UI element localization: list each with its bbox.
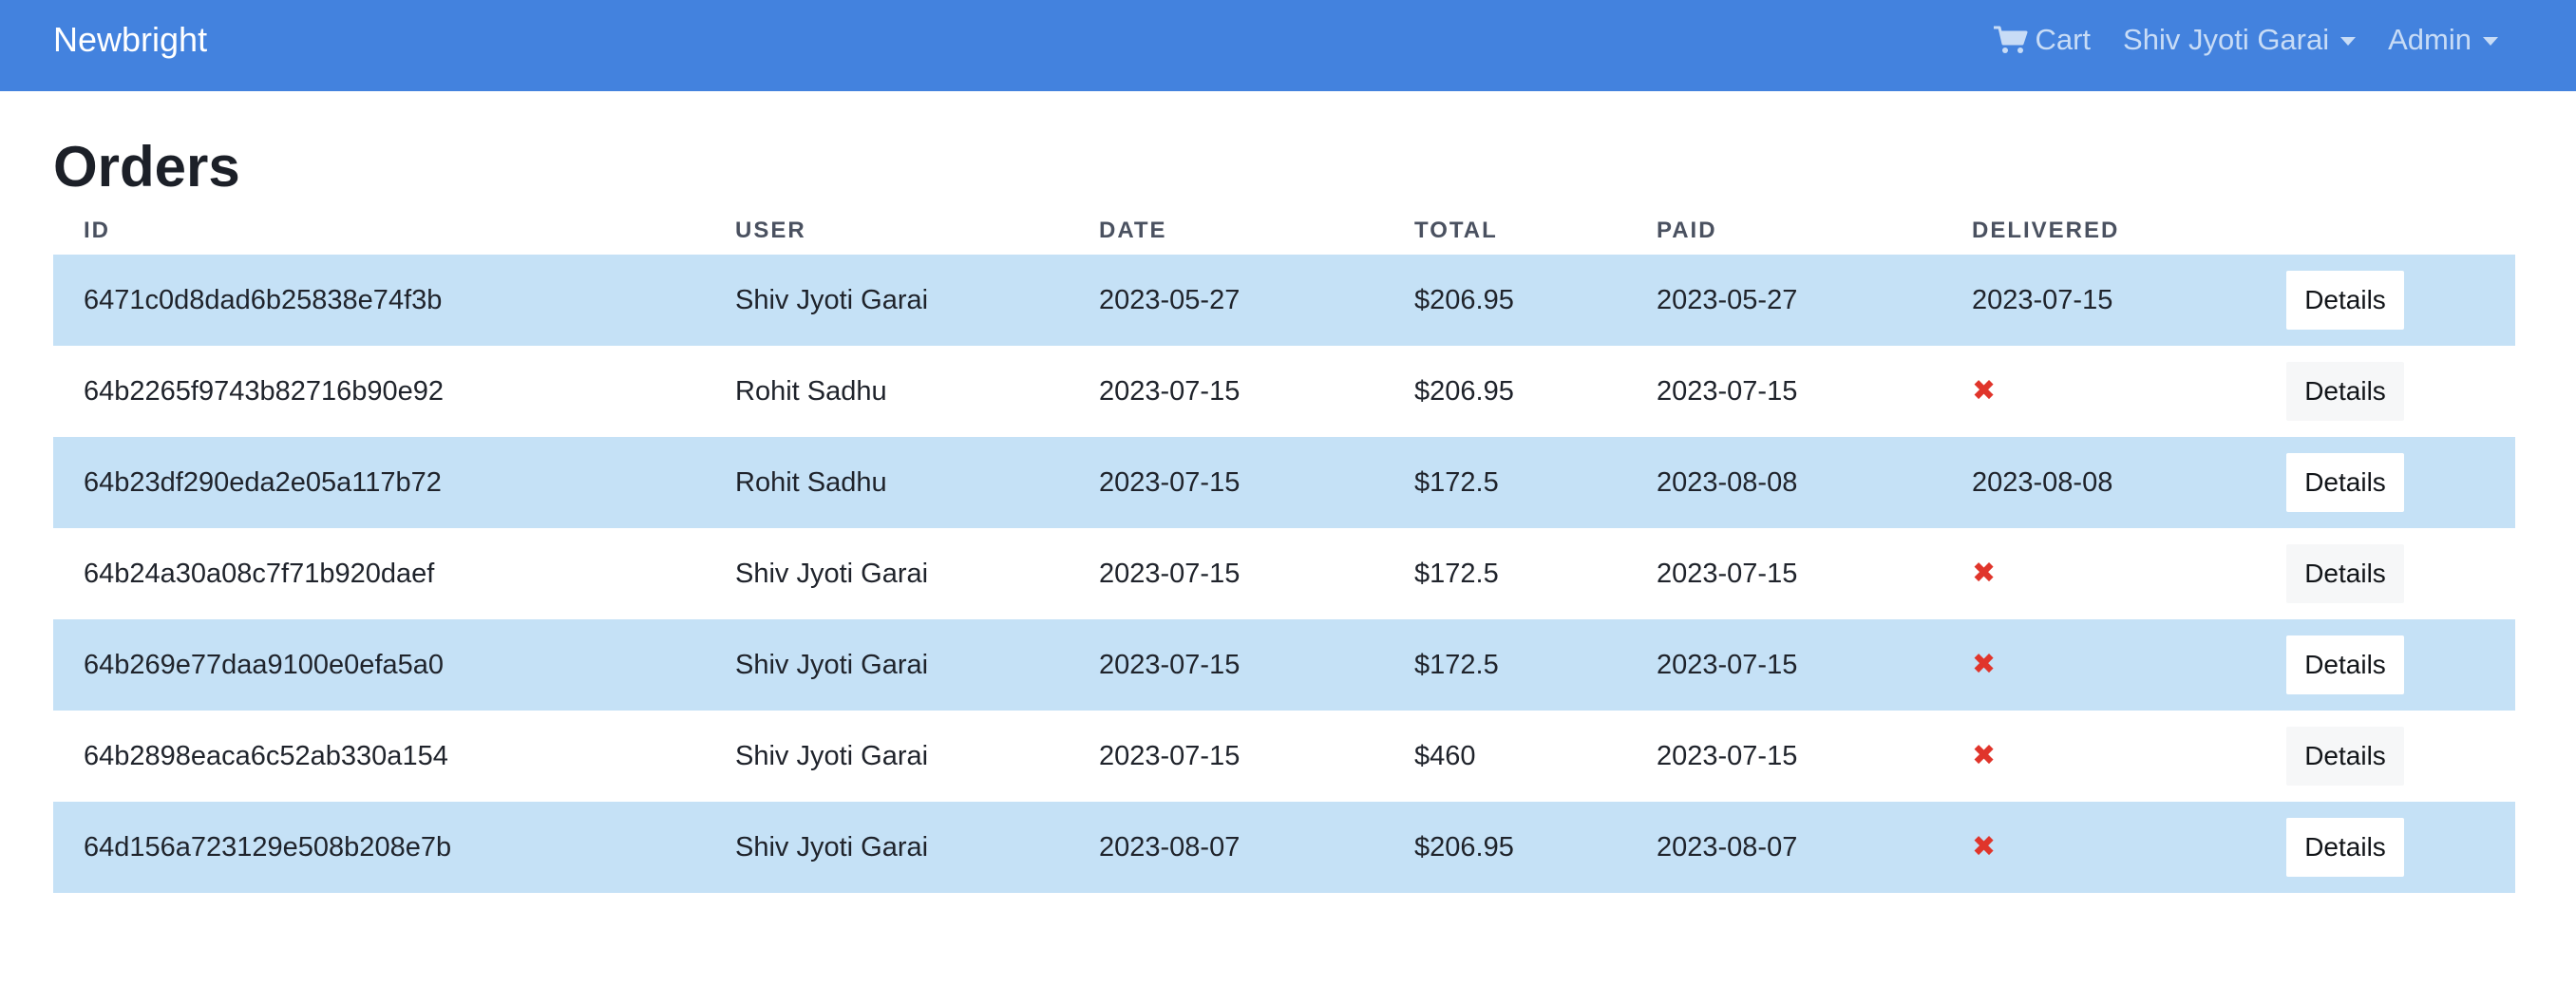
order-delivered-cell: ✖: [1941, 619, 2256, 711]
order-delivered-cell: 2023-07-15: [1941, 255, 2256, 346]
nav-right-menu: Cart Shiv Jyoti Garai Admin: [1993, 0, 2498, 80]
order-user-cell: Shiv Jyoti Garai: [705, 802, 1069, 893]
table-row: 64d156a723129e508b208e7b Shiv Jyoti Garai…: [53, 802, 2515, 893]
order-date-cell: 2023-07-15: [1069, 437, 1384, 528]
order-actions-cell: Details: [2256, 255, 2515, 346]
order-user-cell: Shiv Jyoti Garai: [705, 619, 1069, 711]
order-actions-cell: Details: [2256, 528, 2515, 619]
order-date-cell: 2023-05-27: [1069, 255, 1384, 346]
column-header-actions: [2256, 207, 2515, 255]
column-header-paid: PAID: [1657, 218, 1717, 243]
not-delivered-x-icon: ✖: [1972, 830, 1997, 863]
order-delivered-cell: 2023-08-08: [1941, 437, 2256, 528]
table-row: 6471c0d8dad6b25838e74f3b Shiv Jyoti Garai…: [53, 255, 2515, 346]
order-user-cell: Shiv Jyoti Garai: [735, 740, 929, 771]
not-delivered-x-icon: ✖: [1972, 648, 1997, 680]
details-button[interactable]: Details: [2286, 453, 2404, 512]
order-paid-cell: 2023-07-15: [1657, 375, 1798, 407]
column-header-date: DATE: [1099, 218, 1167, 243]
table-row: 64b24a30a08c7f71b920daef Shiv Jyoti Garai…: [53, 528, 2515, 619]
order-date-cell: 2023-08-07: [1069, 802, 1384, 893]
order-total-cell: $172.5: [1384, 437, 1626, 528]
not-delivered-x-icon: ✖: [1972, 739, 1997, 771]
chevron-down-icon: [2483, 36, 2498, 46]
order-total-cell: $206.95: [1384, 255, 1626, 346]
table-row: 64b269e77daa9100e0efa5a0 Shiv Jyoti Garai…: [53, 619, 2515, 711]
user-menu-dropdown[interactable]: Shiv Jyoti Garai: [2123, 23, 2357, 57]
details-button[interactable]: Details: [2286, 271, 2404, 330]
order-actions-cell: Details: [2256, 711, 2515, 802]
brand-logo-link[interactable]: Newbright: [53, 0, 207, 80]
details-button[interactable]: Details: [2286, 362, 2404, 421]
order-actions-cell: Details: [2256, 619, 2515, 711]
order-delivered-cell: ✖: [1941, 346, 2256, 437]
cart-icon: [1994, 26, 2028, 53]
order-paid-cell: 2023-07-15: [1657, 558, 1798, 589]
cart-label: Cart: [2035, 23, 2092, 56]
order-user-cell: Shiv Jyoti Garai: [735, 558, 929, 589]
order-total-cell: $172.5: [1384, 619, 1626, 711]
order-delivered-cell: ✖: [1941, 711, 2256, 802]
order-paid-cell: 2023-05-27: [1626, 255, 1941, 346]
order-actions-cell: Details: [2256, 802, 2515, 893]
column-header-delivered: DELIVERED: [1972, 218, 2120, 243]
details-button[interactable]: Details: [2286, 635, 2404, 694]
order-id-cell: 6471c0d8dad6b25838e74f3b: [53, 255, 705, 346]
table-header-row: ID USER DATE TOTAL PAID DELIVERED: [53, 207, 2515, 255]
order-user-cell: Shiv Jyoti Garai: [705, 255, 1069, 346]
admin-menu-dropdown[interactable]: Admin: [2388, 23, 2498, 57]
orders-table: ID USER DATE TOTAL PAID DELIVERED 6471c0…: [53, 207, 2515, 893]
order-total-cell: $460: [1414, 740, 1476, 771]
not-delivered-x-icon: ✖: [1972, 374, 1997, 407]
table-row: 64b23df290eda2e05a117b72 Rohit Sadhu 2023-…: [53, 437, 2515, 528]
order-id-cell: 64b2898eaca6c52ab330a154: [84, 740, 448, 771]
column-header-user: USER: [735, 218, 806, 243]
details-button[interactable]: Details: [2286, 544, 2404, 603]
order-paid-cell: 2023-07-15: [1657, 740, 1798, 771]
order-id-cell: 64d156a723129e508b208e7b: [53, 802, 705, 893]
column-header-id: ID: [84, 218, 110, 243]
order-id-cell: 64b24a30a08c7f71b920daef: [84, 558, 435, 589]
order-id-cell: 64b269e77daa9100e0efa5a0: [53, 619, 705, 711]
user-menu-label: Shiv Jyoti Garai: [2123, 23, 2330, 56]
order-total-cell: $206.95: [1384, 802, 1626, 893]
details-button[interactable]: Details: [2286, 818, 2404, 877]
order-user-cell: Rohit Sadhu: [705, 437, 1069, 528]
order-id-cell: 64b23df290eda2e05a117b72: [53, 437, 705, 528]
column-header-total: TOTAL: [1414, 218, 1498, 243]
order-delivered-cell: ✖: [1941, 528, 2256, 619]
table-row: 64b2265f9743b82716b90e92 Rohit Sadhu 2023-…: [53, 346, 2515, 437]
order-user-cell: Rohit Sadhu: [735, 375, 887, 407]
orders-table-body: 6471c0d8dad6b25838e74f3b Shiv Jyoti Garai…: [53, 255, 2515, 893]
order-date-cell: 2023-07-15: [1099, 558, 1241, 589]
order-date-cell: 2023-07-15: [1099, 375, 1241, 407]
top-navbar: Newbright Cart Shiv Jyoti Garai Admin: [0, 0, 2576, 91]
details-button[interactable]: Details: [2286, 727, 2404, 786]
page-title: Orders: [53, 135, 240, 199]
table-row: 64b2898eaca6c52ab330a154 Shiv Jyoti Garai…: [53, 711, 2515, 802]
chevron-down-icon: [2340, 36, 2357, 46]
order-actions-cell: Details: [2256, 346, 2515, 437]
order-date-cell: 2023-07-15: [1069, 619, 1384, 711]
order-delivered-cell: ✖: [1941, 802, 2256, 893]
order-total-cell: $206.95: [1414, 375, 1514, 407]
order-id-cell: 64b2265f9743b82716b90e92: [84, 375, 445, 407]
admin-menu-label: Admin: [2388, 23, 2472, 56]
order-actions-cell: Details: [2256, 437, 2515, 528]
not-delivered-x-icon: ✖: [1972, 557, 1997, 589]
order-date-cell: 2023-07-15: [1099, 740, 1241, 771]
order-paid-cell: 2023-08-07: [1626, 802, 1941, 893]
order-total-cell: $172.5: [1414, 558, 1499, 589]
order-paid-cell: 2023-07-15: [1626, 619, 1941, 711]
order-paid-cell: 2023-08-08: [1626, 437, 1941, 528]
cart-link[interactable]: Cart: [1993, 23, 2091, 57]
